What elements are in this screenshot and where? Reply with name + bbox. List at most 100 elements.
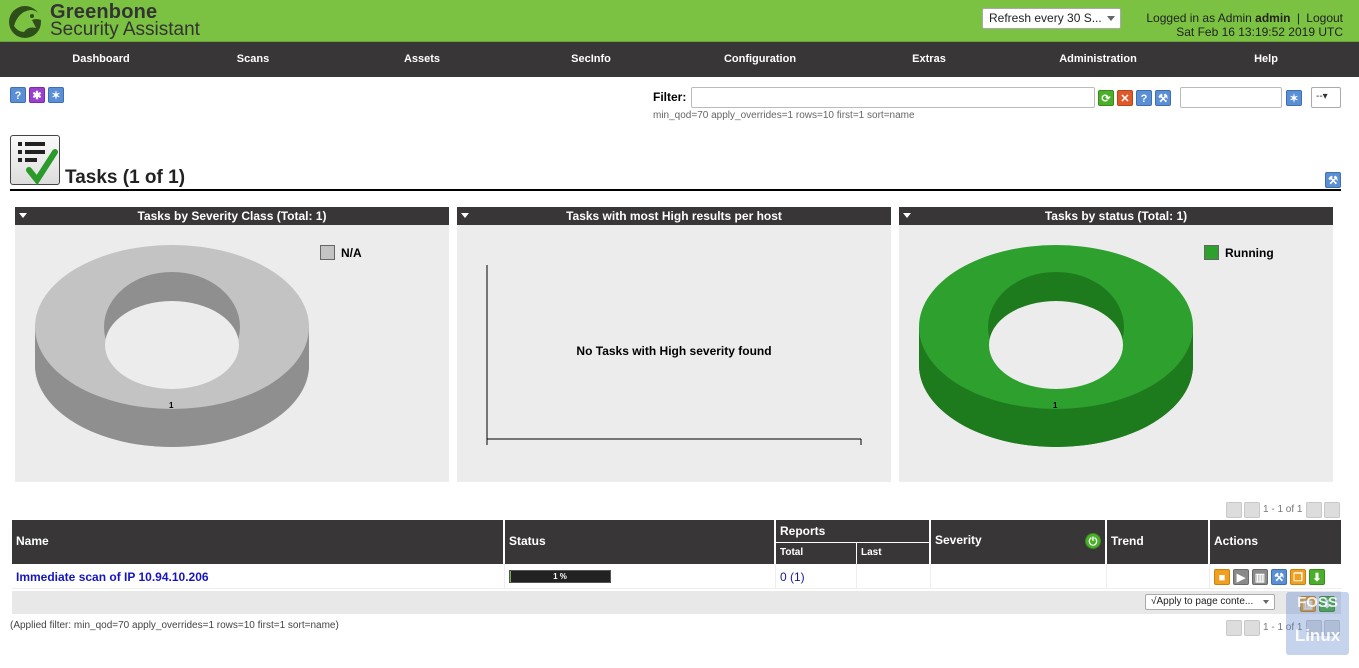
chart-high-results: Tasks with most High results per host No… bbox=[457, 207, 891, 482]
apply-to-select[interactable]: √Apply to page conte... bbox=[1145, 594, 1275, 610]
reports-total-link[interactable]: 0 (1) bbox=[780, 570, 805, 584]
column-trend[interactable]: Trend bbox=[1111, 534, 1144, 548]
nav-extras[interactable]: Extras bbox=[859, 42, 999, 77]
chart-status: Tasks by status (Total: 1) 1 Running bbox=[899, 207, 1333, 482]
clone-icon[interactable]: ❐ bbox=[1290, 569, 1306, 585]
refresh-select[interactable]: Refresh every 30 S... bbox=[982, 8, 1121, 29]
filter-select-value: -- bbox=[1316, 91, 1323, 102]
column-actions: Actions bbox=[1214, 534, 1259, 548]
edit-icon[interactable]: ⚒ bbox=[1271, 569, 1287, 585]
table-footer bbox=[12, 591, 1341, 614]
reports-divider bbox=[776, 542, 930, 543]
logout-link[interactable]: Logout bbox=[1306, 11, 1343, 25]
column-status[interactable]: Status bbox=[509, 534, 546, 548]
nav-configuration[interactable]: Configuration bbox=[690, 42, 830, 77]
header-bar: Greenbone Security Assistant Refresh eve… bbox=[0, 0, 1359, 42]
refresh-select-value: Refresh every 30 S... bbox=[989, 11, 1102, 25]
wizard-icon[interactable]: ✱ bbox=[29, 87, 45, 103]
username-link[interactable]: admin bbox=[1255, 11, 1290, 25]
main-nav: Dashboard Scans Assets SecInfo Configura… bbox=[0, 42, 1359, 77]
legend-label-running: Running bbox=[1225, 246, 1274, 260]
power-icon[interactable]: ⏻ bbox=[1085, 533, 1101, 549]
filter-help-icon[interactable]: ? bbox=[1136, 90, 1152, 106]
save-filter-icon[interactable]: ✶ bbox=[1286, 90, 1302, 106]
nav-dashboard[interactable]: Dashboard bbox=[31, 42, 171, 77]
no-data-message: No Tasks with High severity found bbox=[576, 344, 772, 358]
donut-hole bbox=[989, 301, 1123, 389]
task-progress-bar: 1 % bbox=[509, 570, 611, 583]
reports-subdivider bbox=[856, 542, 857, 564]
nav-secinfo[interactable]: SecInfo bbox=[521, 42, 661, 77]
watermark-line-2: Linux bbox=[1294, 626, 1341, 645]
resume-icon[interactable]: ▶ bbox=[1233, 569, 1249, 585]
nav-scans[interactable]: Scans bbox=[183, 42, 323, 77]
nav-assets[interactable]: Assets bbox=[352, 42, 492, 77]
filter-input[interactable] bbox=[691, 87, 1095, 108]
edit-filter-icon[interactable]: ⚒ bbox=[1155, 90, 1171, 106]
column-name[interactable]: Name bbox=[16, 534, 49, 548]
next-page-icon[interactable] bbox=[1306, 502, 1322, 518]
brand-subtitle: Security Assistant bbox=[50, 19, 200, 40]
export-icon[interactable]: ⬇ bbox=[1309, 569, 1325, 585]
legend-label-na: N/A bbox=[341, 246, 362, 260]
column-reports-total[interactable]: Total bbox=[780, 547, 803, 558]
donut-chart-severity bbox=[35, 245, 309, 447]
refresh-filter-icon[interactable]: ⟳ bbox=[1098, 90, 1114, 106]
new-task-icon[interactable]: ✶ bbox=[48, 87, 64, 103]
panel-header[interactable]: Tasks by status (Total: 1) bbox=[899, 207, 1333, 225]
applied-filter-text: (Applied filter: min_qod=70 apply_overri… bbox=[10, 620, 339, 631]
collapse-icon[interactable] bbox=[19, 213, 27, 218]
panel-header[interactable]: Tasks with most High results per host bbox=[457, 207, 891, 225]
slice-label: 1 bbox=[169, 401, 174, 410]
trashcan-icon[interactable]: ▥ bbox=[1252, 569, 1268, 585]
filter-name-input[interactable] bbox=[1180, 87, 1282, 108]
chart-severity-class: Tasks by Severity Class (Total: 1) 1 N/A bbox=[15, 207, 449, 482]
slice-label: 1 bbox=[1053, 401, 1058, 410]
greenbone-logo-icon[interactable] bbox=[6, 2, 46, 40]
column-reports-last[interactable]: Last bbox=[861, 547, 882, 558]
pagination-top: 1 - 1 of 1 bbox=[1226, 502, 1341, 518]
wrench-icon[interactable]: ⚒ bbox=[1325, 172, 1341, 188]
column-severity[interactable]: Severity bbox=[935, 533, 982, 547]
chevron-down-icon bbox=[1263, 600, 1269, 604]
title-divider bbox=[10, 189, 1341, 191]
task-name-link[interactable]: Immediate scan of IP 10.94.10.206 bbox=[16, 570, 209, 584]
donut-chart-status bbox=[919, 245, 1193, 447]
panel-title: Tasks with most High results per host bbox=[566, 209, 782, 223]
task-list-icon bbox=[10, 135, 60, 186]
filter-label: Filter: bbox=[653, 90, 687, 104]
header-name-cell bbox=[12, 520, 504, 564]
collapse-icon[interactable] bbox=[461, 213, 469, 218]
nav-help[interactable]: Help bbox=[1196, 42, 1336, 77]
help-icon[interactable]: ? bbox=[10, 87, 26, 103]
filter-select[interactable]: --▾ bbox=[1311, 87, 1341, 108]
current-datetime: Sat Feb 16 13:19:52 2019 UTC bbox=[1176, 25, 1343, 39]
first-page-icon[interactable] bbox=[1226, 620, 1242, 636]
last-page-icon[interactable] bbox=[1324, 502, 1340, 518]
panel-title: Tasks by Severity Class (Total: 1) bbox=[137, 209, 327, 223]
table-row bbox=[12, 564, 1341, 589]
column-reports: Reports bbox=[780, 524, 826, 538]
user-role: Admin bbox=[1217, 11, 1252, 25]
watermark-line-1: FOSS bbox=[1297, 594, 1338, 611]
nav-administration[interactable]: Administration bbox=[1028, 42, 1168, 77]
legend-swatch-running bbox=[1204, 245, 1219, 260]
collapse-icon[interactable] bbox=[903, 213, 911, 218]
stop-icon[interactable]: ■ bbox=[1214, 569, 1230, 585]
login-info: Logged in as Admin admin | Logout bbox=[1146, 11, 1343, 25]
panel-header[interactable]: Tasks by Severity Class (Total: 1) bbox=[15, 207, 449, 225]
previous-page-icon[interactable] bbox=[1244, 502, 1260, 518]
page-title: Tasks (1 of 1) bbox=[65, 167, 186, 188]
watermark-logo: FOSS Linux bbox=[1286, 592, 1349, 655]
previous-page-icon[interactable] bbox=[1244, 620, 1260, 636]
pagination-text: 1 - 1 of 1 bbox=[1263, 504, 1303, 515]
chevron-down-icon: ▾ bbox=[1322, 91, 1328, 102]
donut-hole bbox=[105, 301, 239, 389]
legend-swatch-na bbox=[320, 245, 335, 260]
first-page-icon[interactable] bbox=[1226, 502, 1242, 518]
separator: | bbox=[1296, 11, 1300, 25]
apply-to-select-value: √Apply to page conte... bbox=[1151, 596, 1254, 607]
filter-hint: min_qod=70 apply_overrides=1 rows=10 fir… bbox=[653, 110, 915, 121]
chevron-down-icon bbox=[1107, 16, 1115, 21]
reset-filter-icon[interactable]: ✕ bbox=[1117, 90, 1133, 106]
